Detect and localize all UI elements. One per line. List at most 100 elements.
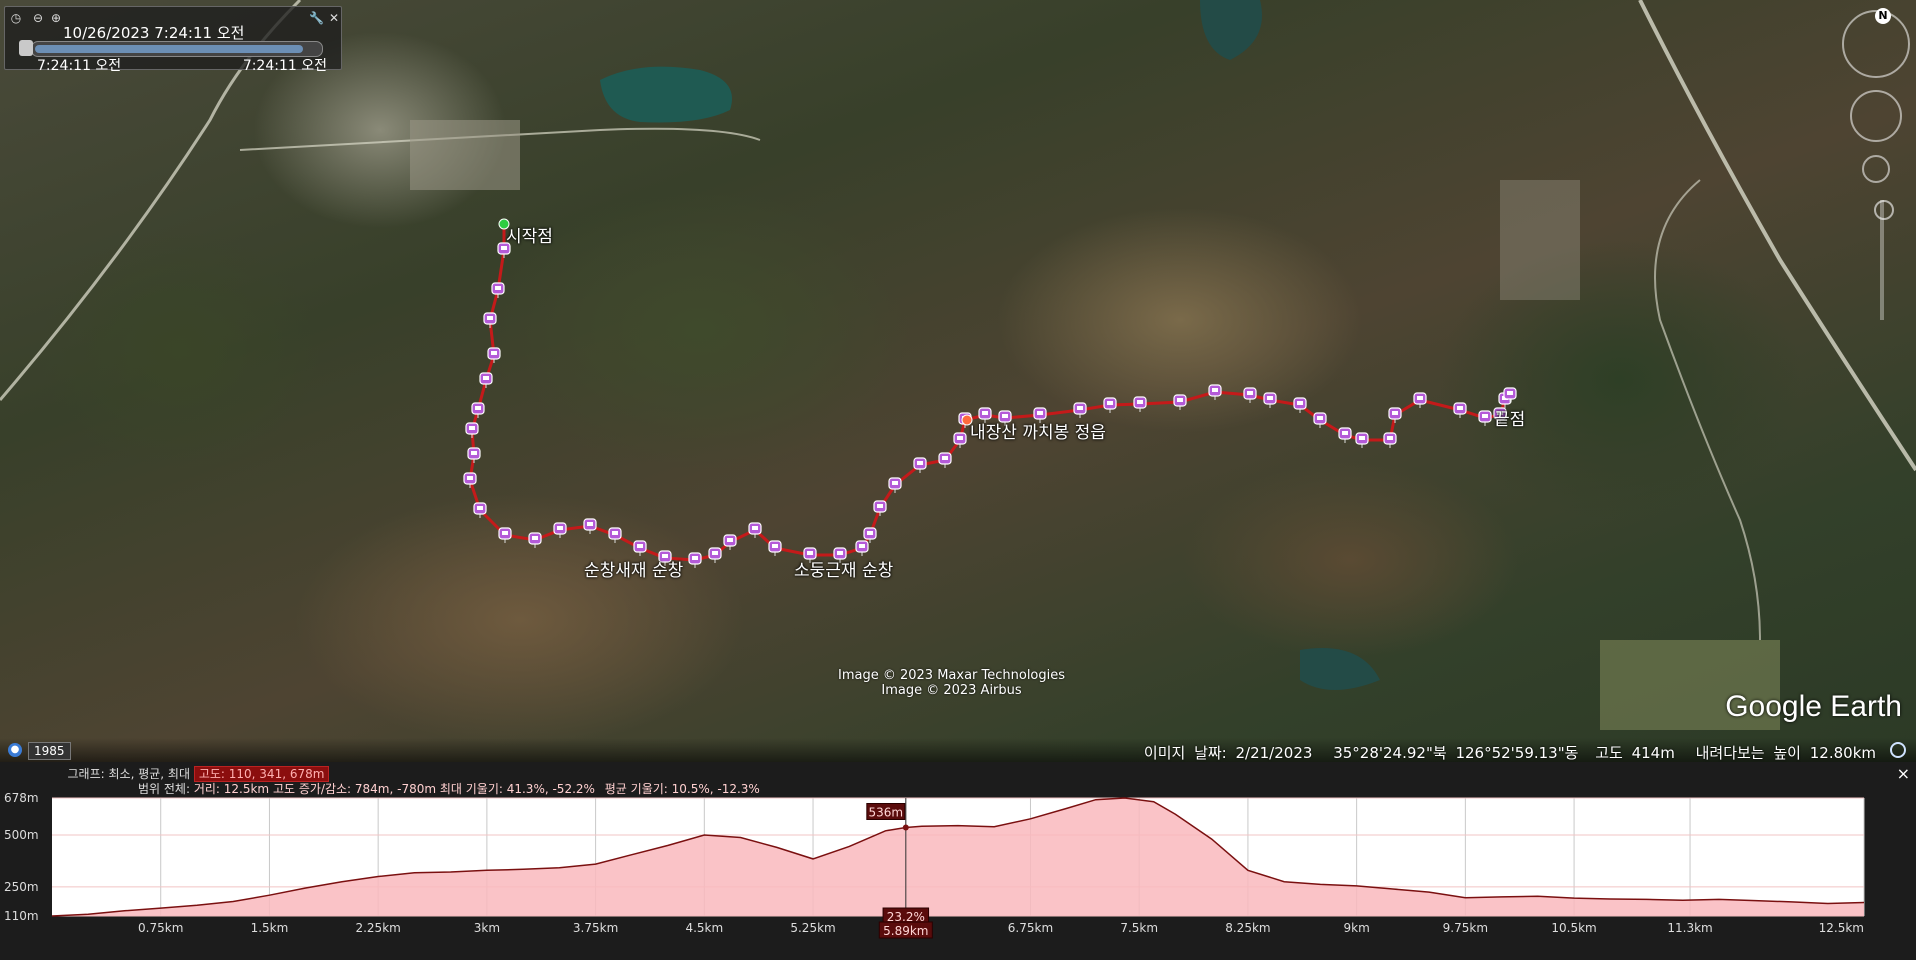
track-marker[interactable] (487, 347, 501, 363)
label-end[interactable]: 끝점 (1494, 405, 1525, 430)
x-tick-label: 0.75km (138, 921, 183, 935)
zoom-out-icon[interactable]: ⊖ (31, 11, 45, 25)
track-marker[interactable] (873, 500, 887, 516)
track-marker[interactable] (479, 372, 493, 388)
track-marker[interactable] (768, 540, 782, 556)
track-marker[interactable] (633, 540, 647, 556)
y-tick-label: 110m (4, 909, 39, 923)
x-tick-label: 9.75km (1443, 921, 1488, 935)
track-marker[interactable] (1263, 392, 1277, 408)
x-tick-label: 3km (474, 921, 500, 935)
town-ne (1500, 180, 1580, 300)
x-tick-label: 3.75km (573, 921, 618, 935)
gps-track (468, 224, 1512, 562)
zoom-handle[interactable] (1874, 200, 1894, 220)
track-marker[interactable] (553, 522, 567, 538)
track-marker[interactable] (1388, 407, 1402, 423)
track-marker[interactable] (1073, 402, 1087, 418)
label-saddle2[interactable]: 소둥근재 순창 (794, 556, 893, 581)
status-eye: 내려다보는 높이 12.80km (1695, 744, 1876, 762)
x-tick-label: 5.25km (790, 921, 835, 935)
track-marker[interactable] (1133, 396, 1147, 412)
historical-imagery-icon[interactable]: ● (8, 743, 22, 757)
track-marker[interactable] (608, 527, 622, 543)
y-tick-label: 250m (4, 880, 39, 894)
historical-year[interactable]: 1985 (28, 742, 71, 760)
track-marker[interactable] (1173, 394, 1187, 410)
label-saddle1[interactable]: 순창새재 순창 (584, 556, 683, 581)
clock-icon[interactable]: ◷ (9, 11, 23, 25)
y-tick-label: 678m (4, 792, 39, 805)
lake-ne (1200, 0, 1262, 60)
x-axis-labels: 0.75km 1.5km 2.25km 3km 3.75km 4.5km 5.25km 6.7… (138, 921, 1864, 935)
x-tick-label: 8.25km (1225, 921, 1270, 935)
track-marker[interactable] (913, 457, 927, 473)
streaming-icon (1890, 742, 1906, 758)
town-nw (410, 120, 520, 190)
track-marker[interactable] (1293, 397, 1307, 413)
track-marker[interactable] (1338, 427, 1352, 443)
reservoir (600, 66, 732, 123)
track-marker[interactable] (465, 422, 479, 438)
cursor-dot (902, 824, 909, 831)
track-marker[interactable] (583, 518, 597, 534)
close-icon[interactable]: ✕ (327, 11, 341, 25)
zoom-in-icon[interactable]: ⊕ (49, 11, 63, 25)
time-handle[interactable] (19, 40, 33, 56)
status-lon: 126°52'59.13"동 (1455, 744, 1579, 762)
elevation-chart[interactable]: 678m 500m 250m 110m 0.75km 1.5km 2.25km 3km 3.7… (0, 792, 1916, 960)
track-marker[interactable] (1413, 392, 1427, 408)
close-panel-button[interactable]: × (1897, 764, 1910, 783)
track-marker[interactable] (1313, 412, 1327, 428)
track-marker[interactable] (1383, 432, 1397, 448)
track-marker[interactable] (1355, 432, 1369, 448)
track-marker[interactable] (528, 532, 542, 548)
x-tick-label: 10.5km (1551, 921, 1596, 935)
track-marker[interactable] (483, 312, 497, 328)
time-start: 7:24:11 오전 (37, 58, 122, 74)
track-marker[interactable] (723, 534, 737, 550)
track-marker[interactable] (471, 402, 485, 418)
time-current: 10/26/2023 7:24:11 오전 (63, 24, 245, 42)
status-elev: 고도 414m (1595, 744, 1675, 762)
track-marker[interactable] (855, 540, 869, 556)
track-marker[interactable] (1453, 402, 1467, 418)
track-marker[interactable] (688, 552, 702, 568)
track-marker[interactable] (498, 527, 512, 543)
time-slider-panel: ◷ ⊖ ⊕ 🔧 ✕ 10/26/2023 7:24:11 오전 7:24:11 … (4, 6, 342, 74)
lake-se (1300, 648, 1380, 690)
copyright-line1: Image © 2023 Maxar Technologies (838, 668, 1066, 683)
x-tick-label: 6.75km (1008, 921, 1053, 935)
north-button[interactable]: N (1875, 8, 1891, 24)
x-tick-label: 4.5km (685, 921, 723, 935)
label-peak[interactable]: 내장산 까치봉 정읍 (970, 418, 1106, 443)
x-tick-label: 11.3km (1667, 921, 1712, 935)
track-marker[interactable] (1243, 387, 1257, 403)
svg-text:536m: 536m (869, 806, 904, 820)
status-text: 이미지 날짜: 2/21/2023 35°28'24.92"북 126°52'5… (1144, 742, 1876, 762)
cursor-elevation-badge: 536m (866, 803, 906, 820)
time-fill (35, 45, 303, 53)
y-axis-labels: 678m 500m 250m 110m (4, 792, 39, 923)
status-date: 이미지 날짜: 2/21/2023 (1143, 744, 1313, 762)
elevation-profile-panel: 그래프: 최소, 평균, 최대 고도: 110, 341, 678m 범위 전체… (0, 762, 1916, 960)
wrench-icon[interactable]: 🔧 (309, 11, 324, 25)
track-marker[interactable] (467, 447, 481, 463)
track-marker[interactable] (1208, 384, 1222, 400)
track-marker[interactable] (938, 452, 952, 468)
track-marker[interactable] (463, 472, 477, 488)
label-start[interactable]: 시작점 (506, 222, 553, 247)
track-marker[interactable] (708, 547, 722, 563)
svg-text:5.89km: 5.89km (883, 924, 928, 938)
x-tick-label: 1.5km (251, 921, 289, 935)
move-ring[interactable] (1850, 90, 1902, 142)
map-overlay (0, 0, 1916, 730)
track-marker[interactable] (1103, 397, 1117, 413)
copyright: Image © 2023 Maxar Technologies Image © … (838, 668, 1065, 698)
track-marker[interactable] (1478, 410, 1492, 426)
x-tick-label: 9km (1343, 921, 1369, 935)
map-view[interactable]: 시작점 순창새재 순창 소둥근재 순창 내장산 까치봉 정읍 끝점 Image … (0, 0, 1916, 762)
track-marker[interactable] (491, 282, 505, 298)
status-bar: 이미지 날짜: 2/21/2023 35°28'24.92"북 126°52'5… (0, 738, 1916, 762)
street-view-ring[interactable] (1862, 155, 1890, 183)
